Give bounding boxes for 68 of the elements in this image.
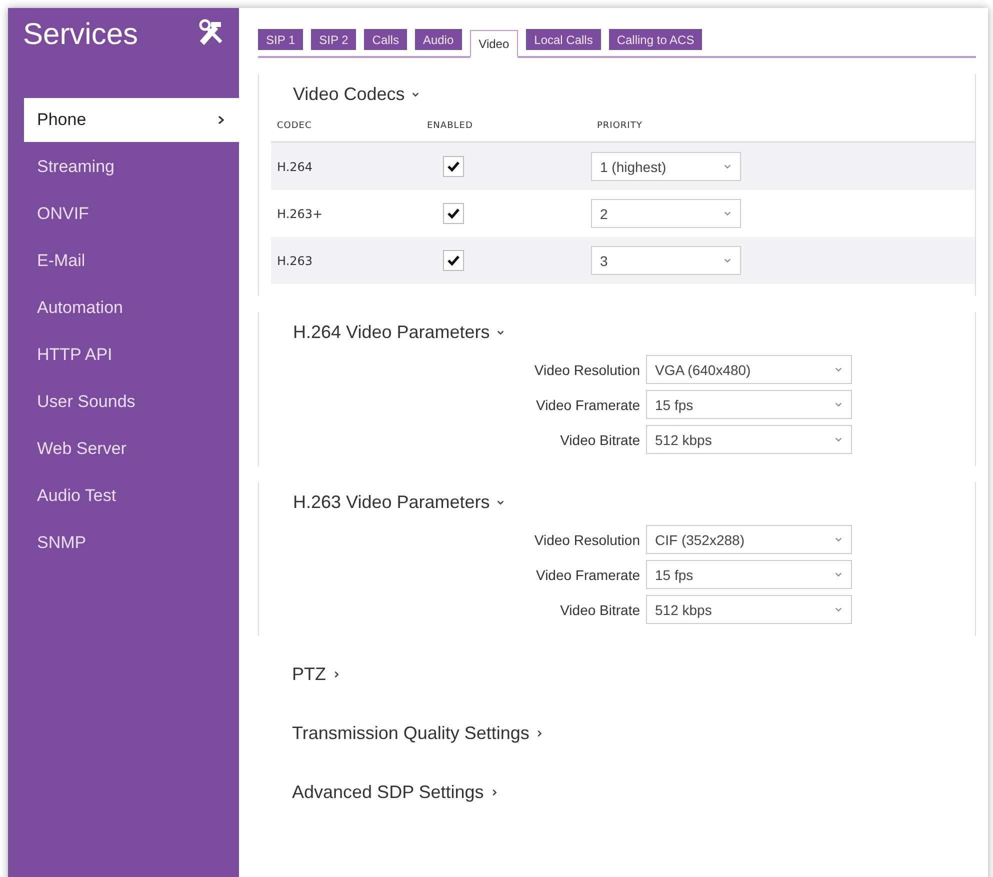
sidebar-item[interactable]: Streaming — [24, 145, 239, 189]
sidebar-item[interactable]: HTTP API — [24, 333, 239, 377]
chevron-icon — [410, 90, 420, 99]
sidebar-item[interactable]: Audio Test — [24, 474, 239, 518]
caret-icon — [834, 570, 843, 579]
chevron-icon — [217, 115, 225, 125]
section-header[interactable]: H.264 Video Parameters — [259, 322, 505, 343]
caret-icon — [723, 209, 732, 218]
select-field[interactable]: VGA (640x480) — [646, 355, 852, 384]
caret-icon — [723, 256, 732, 265]
field-label: Video Bitrate — [559, 602, 641, 618]
table-cell-text: H.263 — [276, 254, 314, 268]
tab[interactable]: Calls — [364, 29, 407, 50]
sidebar-item[interactable]: Phone — [24, 98, 239, 142]
select-field[interactable]: 15 fps — [646, 560, 852, 589]
sidebar-title: Services — [23, 18, 138, 52]
section-header[interactable]: H.263 Video Parameters — [259, 492, 505, 513]
tab[interactable]: Local Calls — [526, 29, 601, 50]
select-field[interactable]: CIF (352x288) — [646, 525, 852, 554]
select-field[interactable]: 15 fps — [646, 390, 852, 419]
sidebar-item[interactable]: User Sounds — [24, 380, 239, 424]
field-label: Video Framerate — [534, 396, 641, 412]
checkmark-icon — [447, 208, 460, 219]
priority-select[interactable]: 3 — [591, 246, 741, 275]
column-header: CODEC — [276, 121, 313, 131]
sidebar-item[interactable]: Web Server — [24, 427, 239, 471]
caret-icon — [834, 605, 843, 614]
tab[interactable]: SIP 1 — [258, 29, 304, 50]
chevron-icon — [490, 788, 499, 797]
field-label: Video Resolution — [533, 362, 641, 378]
select-field[interactable]: 512 kbps — [646, 595, 852, 624]
checkbox[interactable] — [443, 203, 464, 224]
sidebar-item[interactable]: Automation — [24, 286, 239, 330]
section-header[interactable]: Transmission Quality Settings — [258, 723, 544, 744]
sidebar-item[interactable]: SNMP — [24, 521, 239, 565]
chevron-icon — [496, 498, 505, 507]
tab[interactable]: SIP 2 — [311, 29, 356, 50]
section-header[interactable]: Advanced SDP Settings — [258, 782, 499, 803]
caret-icon — [723, 162, 732, 171]
caret-icon — [834, 435, 843, 444]
checkbox[interactable] — [443, 250, 464, 271]
sidebar-item[interactable]: E-Mail — [24, 239, 239, 283]
tools-icon — [197, 18, 225, 46]
section-header[interactable]: Video Codecs — [259, 84, 420, 105]
select-field[interactable]: 512 kbps — [646, 425, 852, 454]
field-label: Video Bitrate — [559, 432, 641, 448]
chevron-icon — [535, 729, 544, 738]
checkmark-icon — [447, 255, 460, 266]
chevron-icon — [332, 670, 341, 679]
chevron-icon — [496, 328, 505, 337]
column-header: PRIORITY — [596, 121, 644, 131]
field-label: Video Framerate — [534, 566, 641, 582]
priority-select[interactable]: 2 — [591, 199, 741, 228]
tab[interactable]: Calling to ACS — [608, 29, 702, 50]
field-label: Video Resolution — [533, 532, 641, 548]
tab[interactable]: Audio — [414, 29, 462, 50]
caret-icon — [834, 535, 843, 544]
table-cell-text: H.263+ — [276, 206, 324, 220]
sidebar-item[interactable]: ONVIF — [24, 192, 239, 236]
table-cell-text: H.264 — [276, 160, 314, 174]
priority-select[interactable]: 1 (highest) — [591, 152, 741, 181]
checkbox[interactable] — [443, 156, 464, 177]
tab[interactable]: Video — [470, 30, 518, 58]
checkmark-icon — [447, 161, 460, 172]
section-header[interactable]: PTZ — [258, 664, 341, 685]
caret-icon — [834, 400, 843, 409]
caret-icon — [834, 365, 843, 374]
column-header: ENABLED — [426, 121, 474, 131]
